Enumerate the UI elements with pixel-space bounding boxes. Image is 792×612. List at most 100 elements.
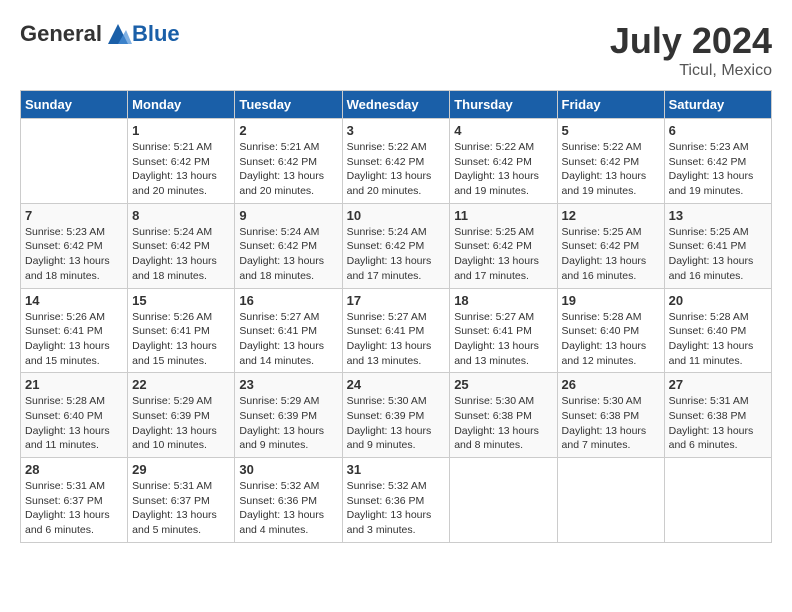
day-info: Sunrise: 5:25 AMSunset: 6:41 PMDaylight:… (669, 225, 767, 284)
day-number: 3 (347, 123, 446, 138)
calendar-day-cell: 13 Sunrise: 5:25 AMSunset: 6:41 PMDayligh… (664, 203, 771, 288)
day-number: 24 (347, 377, 446, 392)
day-info: Sunrise: 5:29 AMSunset: 6:39 PMDaylight:… (132, 394, 230, 453)
day-info: Sunrise: 5:25 AMSunset: 6:42 PMDaylight:… (454, 225, 552, 284)
logo: General Blue (20, 20, 180, 48)
calendar-day-cell: 7Sunrise: 5:23 AMSunset: 6:42 PMDaylight… (21, 203, 128, 288)
calendar-day-cell: 24 Sunrise: 5:30 AMSunset: 6:39 PMDayligh… (342, 373, 450, 458)
day-number: 10 (347, 208, 446, 223)
day-number: 12 (562, 208, 660, 223)
day-of-week-header: Monday (128, 91, 235, 119)
day-of-week-header: Sunday (21, 91, 128, 119)
day-number: 28 (25, 462, 123, 477)
day-info: Sunrise: 5:27 AMSunset: 6:41 PMDaylight:… (347, 310, 446, 369)
day-number: 29 (132, 462, 230, 477)
calendar-day-cell: 15 Sunrise: 5:26 AMSunset: 6:41 PMDayligh… (128, 288, 235, 373)
day-info: Sunrise: 5:24 AMSunset: 6:42 PMDaylight:… (132, 225, 230, 284)
calendar-day-cell (21, 119, 128, 204)
calendar-week-row: 28 Sunrise: 5:31 AMSunset: 6:37 PMDayligh… (21, 458, 772, 543)
calendar-day-cell: 14 Sunrise: 5:26 AMSunset: 6:41 PMDayligh… (21, 288, 128, 373)
calendar-day-cell: 10 Sunrise: 5:24 AMSunset: 6:42 PMDayligh… (342, 203, 450, 288)
day-number: 18 (454, 293, 552, 308)
day-info: Sunrise: 5:30 AMSunset: 6:38 PMDaylight:… (454, 394, 552, 453)
day-number: 2 (239, 123, 337, 138)
day-info: Sunrise: 5:28 AMSunset: 6:40 PMDaylight:… (562, 310, 660, 369)
calendar-day-cell: 20Sunrise: 5:28 AMSunset: 6:40 PMDayligh… (664, 288, 771, 373)
day-of-week-header: Wednesday (342, 91, 450, 119)
day-of-week-header: Thursday (450, 91, 557, 119)
month-year-title: July 2024 (610, 20, 772, 62)
calendar-week-row: 7Sunrise: 5:23 AMSunset: 6:42 PMDaylight… (21, 203, 772, 288)
calendar-week-row: 1 Sunrise: 5:21 AMSunset: 6:42 PMDaylight… (21, 119, 772, 204)
day-info: Sunrise: 5:21 AMSunset: 6:42 PMDaylight:… (239, 140, 337, 199)
day-number: 25 (454, 377, 552, 392)
day-info: Sunrise: 5:27 AMSunset: 6:41 PMDaylight:… (454, 310, 552, 369)
day-info: Sunrise: 5:25 AMSunset: 6:42 PMDaylight:… (562, 225, 660, 284)
calendar-day-cell: 5Sunrise: 5:22 AMSunset: 6:42 PMDaylight… (557, 119, 664, 204)
calendar-day-cell: 9 Sunrise: 5:24 AMSunset: 6:42 PMDaylight… (235, 203, 342, 288)
day-info: Sunrise: 5:21 AMSunset: 6:42 PMDaylight:… (132, 140, 230, 199)
day-number: 22 (132, 377, 230, 392)
day-number: 11 (454, 208, 552, 223)
calendar-day-cell: 27 Sunrise: 5:31 AMSunset: 6:38 PMDayligh… (664, 373, 771, 458)
calendar-day-cell: 28 Sunrise: 5:31 AMSunset: 6:37 PMDayligh… (21, 458, 128, 543)
day-number: 13 (669, 208, 767, 223)
calendar-day-cell: 21Sunrise: 5:28 AMSunset: 6:40 PMDayligh… (21, 373, 128, 458)
calendar-day-cell: 29Sunrise: 5:31 AMSunset: 6:37 PMDayligh… (128, 458, 235, 543)
day-info: Sunrise: 5:24 AMSunset: 6:42 PMDaylight:… (239, 225, 337, 284)
day-info: Sunrise: 5:26 AMSunset: 6:41 PMDaylight:… (132, 310, 230, 369)
calendar-day-cell: 31 Sunrise: 5:32 AMSunset: 6:36 PMDayligh… (342, 458, 450, 543)
calendar-day-cell: 8 Sunrise: 5:24 AMSunset: 6:42 PMDaylight… (128, 203, 235, 288)
page-header: General Blue July 2024 Ticul, Mexico (20, 20, 772, 80)
day-info: Sunrise: 5:30 AMSunset: 6:38 PMDaylight:… (562, 394, 660, 453)
day-info: Sunrise: 5:23 AMSunset: 6:42 PMDaylight:… (669, 140, 767, 199)
calendar-day-cell: 18 Sunrise: 5:27 AMSunset: 6:41 PMDayligh… (450, 288, 557, 373)
calendar-day-cell: 11 Sunrise: 5:25 AMSunset: 6:42 PMDayligh… (450, 203, 557, 288)
logo-icon (104, 20, 132, 48)
day-number: 1 (132, 123, 230, 138)
day-number: 23 (239, 377, 337, 392)
day-info: Sunrise: 5:32 AMSunset: 6:36 PMDaylight:… (239, 479, 337, 538)
day-info: Sunrise: 5:27 AMSunset: 6:41 PMDaylight:… (239, 310, 337, 369)
day-info: Sunrise: 5:22 AMSunset: 6:42 PMDaylight:… (454, 140, 552, 199)
day-info: Sunrise: 5:28 AMSunset: 6:40 PMDaylight:… (25, 394, 123, 453)
day-number: 5 (562, 123, 660, 138)
logo-blue: Blue (132, 21, 180, 47)
day-number: 30 (239, 462, 337, 477)
day-number: 15 (132, 293, 230, 308)
day-info: Sunrise: 5:30 AMSunset: 6:39 PMDaylight:… (347, 394, 446, 453)
calendar-week-row: 21Sunrise: 5:28 AMSunset: 6:40 PMDayligh… (21, 373, 772, 458)
calendar-day-cell: 3Sunrise: 5:22 AMSunset: 6:42 PMDaylight… (342, 119, 450, 204)
day-number: 17 (347, 293, 446, 308)
calendar-day-cell: 1 Sunrise: 5:21 AMSunset: 6:42 PMDaylight… (128, 119, 235, 204)
day-info: Sunrise: 5:23 AMSunset: 6:42 PMDaylight:… (25, 225, 123, 284)
day-info: Sunrise: 5:28 AMSunset: 6:40 PMDaylight:… (669, 310, 767, 369)
day-number: 9 (239, 208, 337, 223)
day-of-week-header: Saturday (664, 91, 771, 119)
day-info: Sunrise: 5:26 AMSunset: 6:41 PMDaylight:… (25, 310, 123, 369)
day-number: 16 (239, 293, 337, 308)
calendar-header-row: SundayMondayTuesdayWednesdayThursdayFrid… (21, 91, 772, 119)
day-info: Sunrise: 5:24 AMSunset: 6:42 PMDaylight:… (347, 225, 446, 284)
calendar-day-cell: 6 Sunrise: 5:23 AMSunset: 6:42 PMDaylight… (664, 119, 771, 204)
day-of-week-header: Friday (557, 91, 664, 119)
calendar-day-cell: 4 Sunrise: 5:22 AMSunset: 6:42 PMDaylight… (450, 119, 557, 204)
calendar-day-cell: 30 Sunrise: 5:32 AMSunset: 6:36 PMDayligh… (235, 458, 342, 543)
day-number: 8 (132, 208, 230, 223)
calendar-table: SundayMondayTuesdayWednesdayThursdayFrid… (20, 90, 772, 543)
calendar-day-cell: 12 Sunrise: 5:25 AMSunset: 6:42 PMDayligh… (557, 203, 664, 288)
title-block: July 2024 Ticul, Mexico (610, 20, 772, 80)
day-info: Sunrise: 5:31 AMSunset: 6:38 PMDaylight:… (669, 394, 767, 453)
location-subtitle: Ticul, Mexico (610, 62, 772, 80)
calendar-day-cell (664, 458, 771, 543)
day-number: 6 (669, 123, 767, 138)
day-number: 27 (669, 377, 767, 392)
day-number: 4 (454, 123, 552, 138)
day-number: 14 (25, 293, 123, 308)
day-number: 26 (562, 377, 660, 392)
day-info: Sunrise: 5:32 AMSunset: 6:36 PMDaylight:… (347, 479, 446, 538)
calendar-day-cell: 16 Sunrise: 5:27 AMSunset: 6:41 PMDayligh… (235, 288, 342, 373)
day-info: Sunrise: 5:31 AMSunset: 6:37 PMDaylight:… (25, 479, 123, 538)
day-info: Sunrise: 5:29 AMSunset: 6:39 PMDaylight:… (239, 394, 337, 453)
day-number: 31 (347, 462, 446, 477)
